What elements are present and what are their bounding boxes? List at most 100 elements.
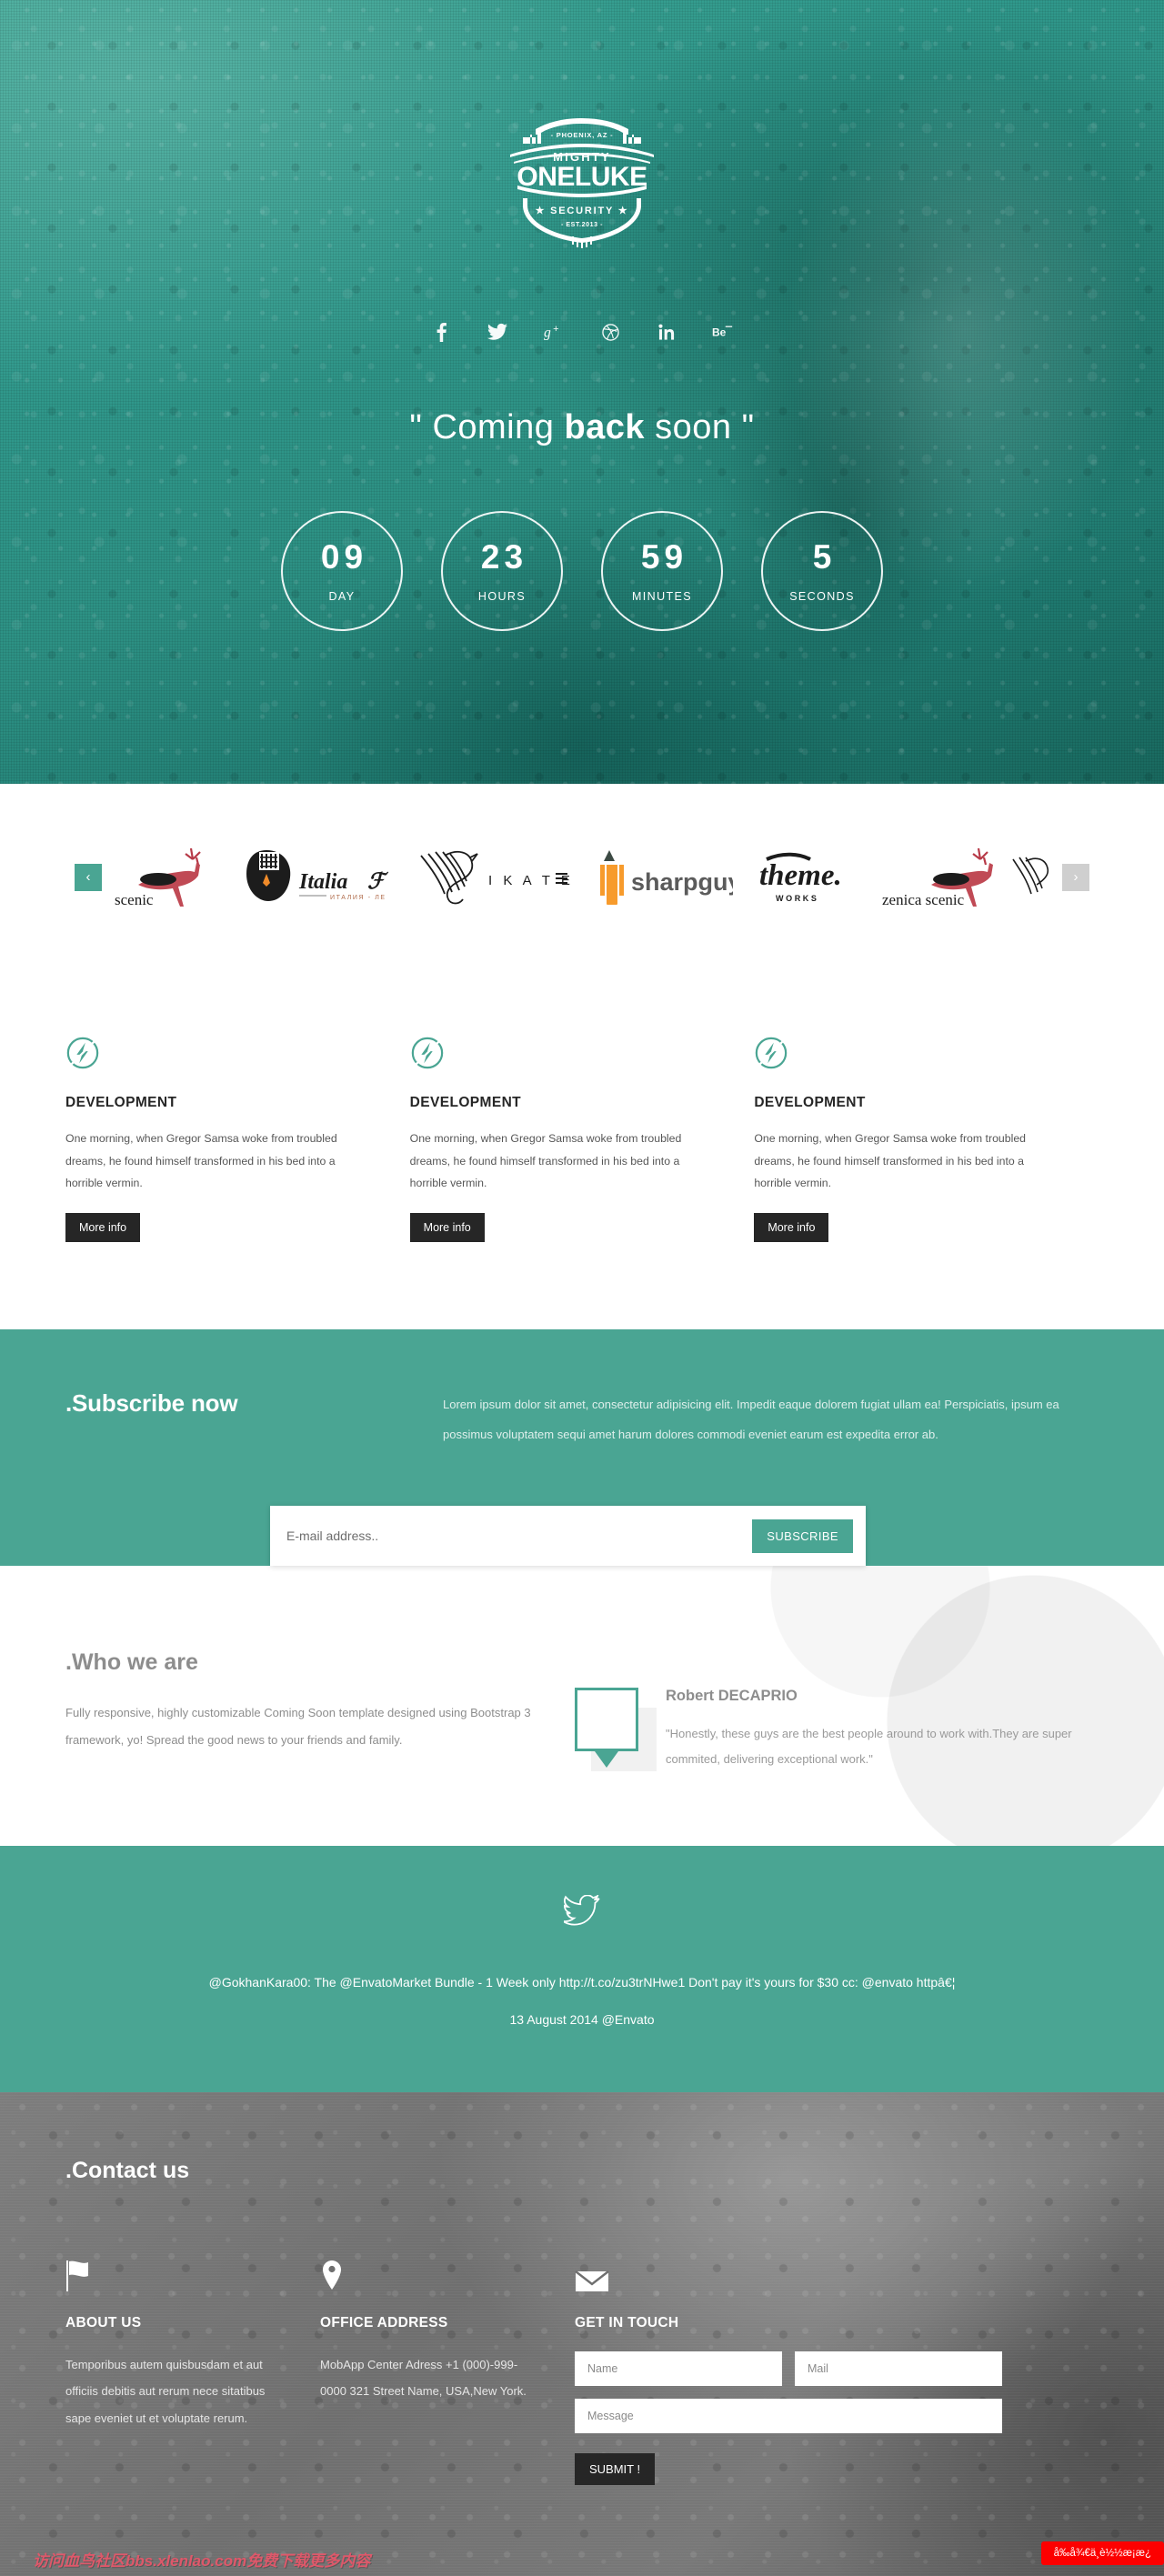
title-quote-open: " bbox=[409, 408, 423, 446]
client-logo-scenic[interactable]: scenic bbox=[111, 845, 220, 910]
subscribe-form: SUBSCRIBE bbox=[270, 1506, 866, 1567]
social-link-facebook[interactable] bbox=[413, 314, 469, 350]
client-logo-track: scenic Italia ℱ ИТАЛИЯ - ЛЕ I K A T E sh… bbox=[64, 845, 1100, 910]
oneluke-shield-logo-icon: - PHOENIX, AZ - MIGHTY ONELUKE ★ SECURIT… bbox=[510, 118, 654, 248]
map-pin-icon bbox=[323, 2260, 341, 2290]
service-title-3: DEVELOPMENT bbox=[754, 1095, 866, 1110]
svg-text:theme.: theme. bbox=[759, 859, 842, 892]
contact-column-address: OFFICE ADDRESS MobApp Center Adress +1 (… bbox=[320, 2253, 575, 2485]
services-section: DEVELOPMENT One morning, when Gregor Sam… bbox=[0, 970, 1164, 1329]
contact-address-title: OFFICE ADDRESS bbox=[320, 2315, 448, 2331]
countdown-minutes-label: MINUTES bbox=[631, 589, 693, 603]
facebook-icon bbox=[436, 323, 447, 342]
contact-address-icon-wrap bbox=[320, 2253, 538, 2295]
service-more-info-button-1[interactable]: More info bbox=[65, 1212, 141, 1242]
contact-column-form: GET IN TOUCH SUBMIT ! bbox=[575, 2253, 1099, 2486]
svg-text:zenica scenic: zenica scenic bbox=[882, 891, 965, 908]
social-link-linkedin[interactable] bbox=[638, 314, 695, 350]
service-title-1: DEVELOPMENT bbox=[65, 1095, 177, 1110]
testimonial-avatar-frame bbox=[575, 1687, 638, 1751]
social-link-twitter[interactable] bbox=[469, 314, 526, 350]
subscribe-section: .Subscribe now Lorem ipsum dolor sit ame… bbox=[0, 1328, 1164, 1567]
contact-message-input[interactable] bbox=[575, 2399, 1002, 2434]
countdown-minutes-value: 59 bbox=[640, 537, 688, 576]
contact-form-title: GET IN TOUCH bbox=[575, 2315, 679, 2331]
service-card-1: DEVELOPMENT One morning, when Gregor Sam… bbox=[65, 1036, 410, 1242]
logo-location-text: - PHOENIX, AZ - bbox=[551, 131, 614, 139]
title-part-2: soon bbox=[645, 408, 732, 446]
social-link-google-plus[interactable]: g + bbox=[526, 314, 582, 350]
countdown-days-label: DAY bbox=[328, 589, 356, 603]
client-logo-italia[interactable]: Italia ℱ ИТАЛИЯ - ЛЕ bbox=[239, 845, 398, 910]
client-logo-zenica-scenic[interactable]: zenica scenic bbox=[880, 845, 1053, 910]
countdown-seconds: 5 SECONDS bbox=[761, 511, 883, 631]
google-plus-icon: g + bbox=[544, 324, 559, 341]
ikater-swan-icon: I K A T E R bbox=[420, 850, 577, 904]
clients-carousel: ‹ › scenic Italia ℱ ИТАЛИЯ - ЛЕ I K A T … bbox=[0, 784, 1164, 970]
service-text-1: One morning, when Gregor Samsa woke from… bbox=[65, 1132, 337, 1190]
contact-mail-input[interactable] bbox=[795, 2351, 1002, 2387]
countdown-days: 09 DAY bbox=[281, 511, 403, 631]
testimonial-author-name: Robert DECAPRIO bbox=[666, 1687, 798, 1704]
testimonial-block: Robert DECAPRIO "Honestly, these guys ar… bbox=[575, 1649, 1099, 1773]
svg-text:WORKS: WORKS bbox=[776, 894, 819, 903]
zenica-scenic-deer-icon: zenica scenic bbox=[882, 847, 1049, 908]
svg-text:I K A T E R: I K A T E R bbox=[488, 873, 577, 888]
contact-submit-button[interactable]: SUBMIT ! bbox=[575, 2453, 656, 2486]
logo-brand-text: ONELUKE bbox=[517, 162, 647, 192]
service-more-info-button-3[interactable]: More info bbox=[754, 1212, 829, 1242]
contact-about-title: ABOUT US bbox=[65, 2315, 142, 2331]
twitter-icon bbox=[487, 323, 507, 340]
countdown-hours-value: 23 bbox=[480, 537, 528, 576]
service-title-2: DEVELOPMENT bbox=[409, 1095, 522, 1110]
subscribe-email-input[interactable] bbox=[286, 1529, 753, 1544]
svg-text:+: + bbox=[553, 324, 558, 335]
theme-works-icon: theme. WORKS bbox=[759, 852, 842, 903]
service-text-3: One morning, when Gregor Samsa woke from… bbox=[754, 1132, 1026, 1190]
subscribe-heading: .Subscribe now bbox=[65, 1388, 238, 1417]
twitter-feed-section: @GokhanKara00: The @EnvatoMarket Bundle … bbox=[0, 1845, 1164, 2093]
service-icon-1 bbox=[65, 1036, 357, 1075]
title-bold: back bbox=[564, 408, 646, 446]
social-link-behance[interactable]: Be bbox=[695, 314, 751, 350]
social-links: g + Be bbox=[0, 314, 1164, 350]
client-logo-theme-works[interactable]: theme. WORKS bbox=[752, 845, 861, 910]
contact-form-icon-wrap bbox=[575, 2253, 1099, 2295]
social-link-dribbble[interactable] bbox=[582, 314, 638, 350]
flag-icon bbox=[66, 2260, 88, 2292]
contact-about-icon-wrap bbox=[65, 2253, 284, 2295]
countdown-hours-label: HOURS bbox=[477, 589, 527, 603]
red-download-badge[interactable]: å‰å¾€ä¸è½½æ¡æ¿ bbox=[1040, 2541, 1164, 2566]
carousel-next-button[interactable]: › bbox=[1062, 863, 1089, 891]
twitter-feed-icon-wrap bbox=[136, 1894, 1028, 1926]
subscribe-button[interactable]: SUBSCRIBE bbox=[752, 1519, 853, 1553]
title-part-1: Coming bbox=[432, 408, 565, 446]
svg-text:Italia: Italia bbox=[298, 870, 347, 894]
contact-name-input[interactable] bbox=[575, 2351, 782, 2387]
title-quote-close: " bbox=[741, 408, 755, 446]
svg-text:sharpguy: sharpguy bbox=[631, 868, 733, 896]
testimonial-avatar-arrow bbox=[595, 1750, 618, 1768]
service-icon-2 bbox=[410, 1036, 702, 1075]
bolt-circle-icon bbox=[756, 1037, 788, 1069]
logo-est-text: - EST.2013 - bbox=[561, 222, 603, 228]
who-we-are-paragraph: Fully responsive, highly customizable Co… bbox=[65, 1705, 531, 1747]
countdown-timer: 09 DAY 23 HOURS 59 MINUTES 5 SECONDS bbox=[0, 511, 1164, 631]
contact-about-text: Temporibus autem quisbusdam et aut offic… bbox=[65, 2358, 266, 2425]
carousel-prev-button[interactable]: ‹ bbox=[75, 863, 102, 891]
contact-section: .Contact us ABOUT US Temporibus autem qu… bbox=[0, 2092, 1164, 2576]
twitter-tweet-meta: 13 August 2014 @Envato bbox=[509, 2011, 655, 2027]
logo-security-text: ★ SECURITY ★ bbox=[536, 205, 629, 216]
bolt-circle-icon bbox=[411, 1037, 443, 1069]
deer-scenic-icon: scenic bbox=[115, 847, 201, 908]
site-logo[interactable]: - PHOENIX, AZ - MIGHTY ONELUKE ★ SECURIT… bbox=[496, 107, 668, 248]
service-more-info-button-2[interactable]: More info bbox=[409, 1212, 485, 1242]
subscribe-paragraph: Lorem ipsum dolor sit amet, consectetur … bbox=[443, 1397, 1059, 1441]
client-logo-sharpguy[interactable]: sharpguy bbox=[597, 845, 733, 910]
dribbble-icon bbox=[601, 323, 619, 341]
contact-address-text: MobApp Center Adress +1 (000)-999-0000 3… bbox=[320, 2358, 527, 2399]
twitter-tweet-text: @GokhanKara00: The @EnvatoMarket Bundle … bbox=[208, 1974, 956, 1990]
client-logo-ikater[interactable]: I K A T E R bbox=[417, 845, 577, 910]
svg-text:scenic: scenic bbox=[115, 891, 154, 908]
service-text-2: One morning, when Gregor Samsa woke from… bbox=[409, 1132, 682, 1190]
